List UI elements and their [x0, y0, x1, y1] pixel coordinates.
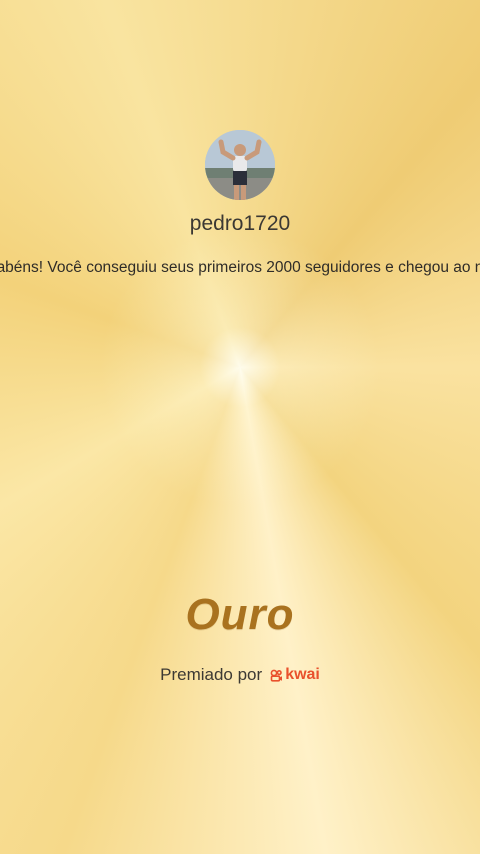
- username: pedro1720: [189, 212, 291, 235]
- avatar-photo: [205, 130, 275, 200]
- kwai-brand-text: kwai: [285, 666, 320, 683]
- kwai-logo-icon: [270, 669, 283, 682]
- award-line: Premiado por kwai: [0, 665, 480, 685]
- achievement-screen: pedro1720 Parabéns! Você conseguiu seus …: [0, 0, 480, 854]
- message-container: Parabéns! Você conseguiu seus primeiros …: [0, 259, 480, 283]
- kwai-brand: kwai: [270, 666, 320, 684]
- award-prefix: Premiado por: [160, 665, 263, 684]
- level-title: Ouro: [185, 590, 295, 639]
- achievement-message: Parabéns! Você conseguiu seus primeiros …: [0, 259, 480, 276]
- avatar: [205, 130, 275, 200]
